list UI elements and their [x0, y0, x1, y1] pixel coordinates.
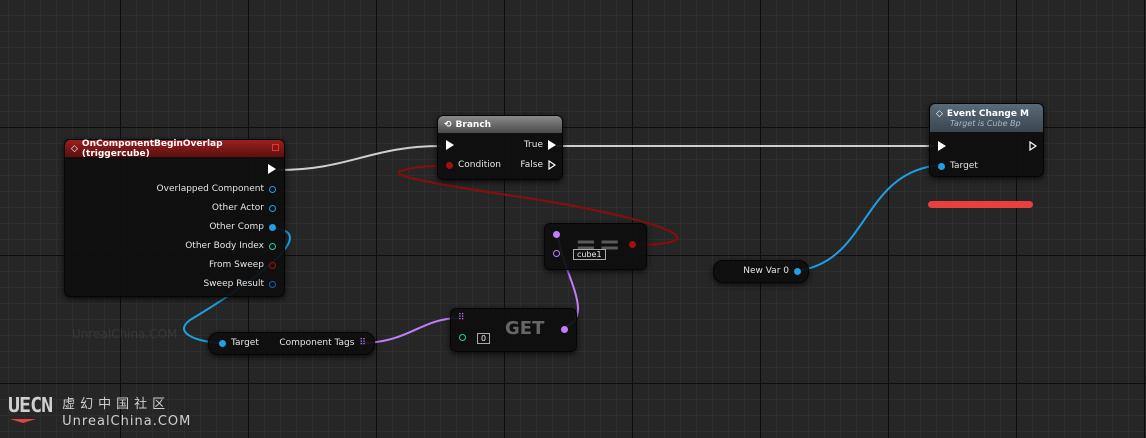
get-node[interactable]: GET ⠿ 0 — [450, 308, 577, 352]
struct-pin-icon[interactable] — [269, 280, 276, 288]
pin-label: From Sweep — [208, 260, 264, 270]
delegate-pin-icon[interactable] — [272, 144, 279, 151]
object-pin-icon[interactable] — [269, 204, 276, 212]
watermark-url: UnrealChina.COM — [62, 414, 192, 429]
bool-out-pin-icon[interactable] — [629, 241, 636, 248]
branch-node-header[interactable]: ⟲ Branch — [438, 116, 562, 133]
exec-in-pin-icon[interactable] — [446, 140, 454, 150]
object-pin-icon[interactable] — [938, 162, 945, 170]
exec-out-pin-icon[interactable] — [268, 164, 276, 174]
event-change-node[interactable]: ◇ Event Change M Target is Cube Bp Targe… — [929, 103, 1044, 177]
equal-node[interactable]: == cube1 — [544, 223, 647, 270]
exec-out-pin-icon[interactable] — [1029, 141, 1037, 151]
faint-watermark: UnrealChina.COM — [72, 327, 178, 341]
branch-exec-in[interactable] — [446, 140, 454, 150]
object-pin-icon[interactable] — [269, 185, 276, 193]
event-node-title: OnComponentBeginOverlap (triggercube) — [81, 138, 223, 159]
change-exec-in[interactable] — [938, 141, 946, 151]
pin-label: Other Comp — [209, 222, 264, 232]
compare-value-input[interactable]: cube1 — [573, 249, 606, 260]
int-pin-icon[interactable] — [459, 334, 466, 341]
array-pin-icon[interactable]: ⠿ — [458, 314, 465, 323]
new-var-node[interactable]: New Var 0 — [713, 260, 809, 283]
watermark: UECN 虚幻中国社区 UnrealChina.COM — [8, 393, 191, 429]
name-wire-tags-get — [359, 317, 461, 344]
object-pin-icon[interactable] — [219, 339, 226, 347]
pin-row-other-body-index[interactable]: Other Body Index — [185, 241, 276, 251]
watermark-text: 虚幻中国社区 UnrealChina.COM — [62, 393, 191, 429]
branch-true-row[interactable]: True — [524, 140, 556, 150]
name-out-pin-icon[interactable] — [561, 326, 568, 333]
red-annotation-mark — [928, 201, 1033, 208]
exec-false-pin-icon[interactable] — [548, 160, 556, 170]
watermark-chinese: 虚幻中国社区 — [62, 397, 171, 412]
component-tags-node[interactable]: Target Component Tags ⠿ — [208, 332, 375, 355]
event-exec-out[interactable] — [268, 164, 276, 174]
get-symbol: GET — [505, 318, 545, 339]
uecn-logo: UECN — [8, 393, 53, 423]
index-input[interactable]: 0 — [477, 333, 491, 344]
pin-row-sweep-result[interactable]: Sweep Result — [203, 279, 276, 289]
int-pin-icon[interactable] — [269, 242, 276, 250]
change-node-subtitle: Target is Cube Bp — [950, 118, 1021, 128]
false-label: False — [520, 160, 543, 170]
tags-out-row[interactable]: Component Tags ⠿ — [279, 338, 366, 348]
component-tags-label: Component Tags — [279, 338, 355, 348]
pin-label: Other Actor — [211, 203, 264, 213]
bool-pin-icon[interactable] — [446, 161, 453, 169]
pin-label: Sweep Result — [203, 279, 264, 289]
name-pin-icon[interactable] — [553, 231, 560, 238]
bool-pin-icon[interactable] — [269, 261, 276, 269]
event-diamond-icon: ◇ — [71, 143, 78, 154]
change-node-header[interactable]: ◇ Event Change M Target is Cube Bp — [930, 104, 1043, 132]
pin-label: Overlapped Component — [156, 184, 264, 194]
object-wire-newvar — [793, 164, 943, 272]
true-label: True — [523, 140, 543, 150]
object-pin-icon[interactable] — [269, 223, 276, 231]
change-target-row[interactable]: Target — [938, 161, 978, 171]
object-out-pin-icon[interactable] — [794, 267, 801, 275]
pin-row-overlapped-component[interactable]: Overlapped Component — [157, 184, 276, 194]
tags-target-row[interactable]: Target — [219, 338, 259, 348]
logo-text: UECN — [8, 393, 53, 417]
pin-row-other-comp[interactable]: Other Comp — [209, 222, 276, 232]
branch-condition-row[interactable]: Condition — [446, 160, 501, 170]
logo-accent — [10, 419, 36, 423]
target-label: Target — [950, 161, 978, 171]
branch-node-title: Branch — [455, 119, 492, 130]
condition-label: Condition — [458, 160, 501, 170]
exec-true-pin-icon[interactable] — [548, 140, 556, 150]
new-var-row[interactable]: New Var 0 — [743, 266, 801, 276]
event-node-header[interactable]: ◇ OnComponentBeginOverlap (triggercube) — [65, 138, 284, 159]
change-exec-out[interactable] — [1029, 141, 1037, 151]
pin-row-from-sweep[interactable]: From Sweep — [209, 260, 276, 270]
target-label: Target — [231, 338, 259, 348]
pin-label: Other Body Index — [185, 241, 264, 251]
branch-false-row[interactable]: False — [520, 160, 556, 170]
array-out-pin-icon[interactable]: ⠿ — [359, 338, 366, 348]
variable-label: New Var 0 — [743, 266, 789, 276]
event-node[interactable]: ◇ OnComponentBeginOverlap (triggercube) … — [64, 139, 285, 297]
branch-icon: ⟲ — [444, 119, 452, 130]
pin-row-other-actor[interactable]: Other Actor — [212, 203, 276, 213]
function-diamond-icon: ◇ — [936, 108, 943, 119]
change-node-title: Event Change M — [946, 108, 1030, 119]
exec-wire-event-branch — [277, 145, 442, 171]
branch-node[interactable]: ⟲ Branch True Condition False — [437, 115, 563, 180]
exec-in-pin-icon[interactable] — [938, 141, 946, 151]
name-pin-icon[interactable] — [553, 250, 560, 257]
